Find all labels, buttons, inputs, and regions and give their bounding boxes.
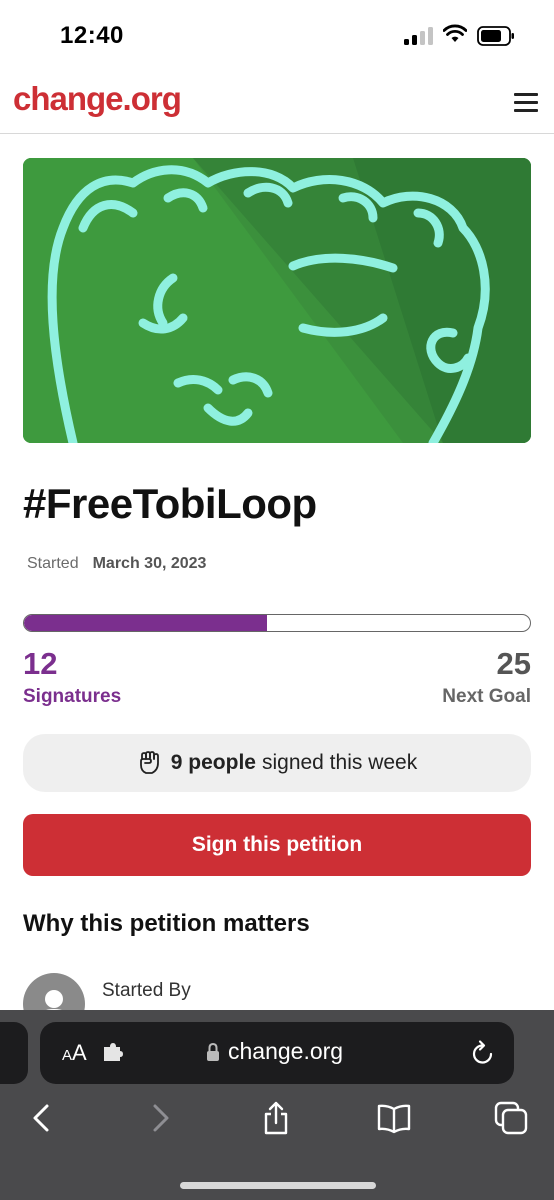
status-bar: 12:40 (0, 0, 554, 70)
started-label: Started (27, 555, 79, 572)
back-icon[interactable] (23, 1100, 59, 1136)
share-icon[interactable] (258, 1100, 294, 1136)
battery-icon (477, 26, 514, 46)
browser-bottom-bar: AA change.org (0, 1010, 554, 1200)
started-date: March 30, 2023 (92, 555, 207, 572)
url-text[interactable]: change.org (228, 1038, 343, 1065)
extension-icon[interactable] (102, 1042, 124, 1062)
fist-icon (139, 751, 159, 774)
petition-title: #FreeTobiLoop (23, 480, 317, 527)
weekly-signers-text: signed this week (261, 751, 418, 774)
why-petition-matters-heading: Why this petition matters (23, 910, 310, 937)
started-by-label: Started By (102, 980, 191, 1001)
goal-label: Next Goal (442, 686, 531, 707)
home-indicator (180, 1182, 376, 1189)
petition-hero-image (23, 158, 531, 443)
lock-icon (207, 1042, 219, 1061)
signature-progress-fill (24, 615, 267, 631)
change-org-logo[interactable]: change.org (13, 80, 182, 118)
status-time: 12:40 (60, 22, 124, 49)
address-bar[interactable]: AA change.org (40, 1022, 514, 1084)
previous-tab-edge[interactable] (0, 1022, 28, 1084)
bookmarks-icon[interactable] (376, 1100, 412, 1136)
signature-progress-bar (23, 614, 531, 632)
site-header: change.org (0, 70, 554, 134)
sign-petition-button[interactable]: Sign this petition (23, 814, 531, 876)
wifi-icon (443, 24, 467, 42)
forward-icon[interactable] (143, 1100, 179, 1136)
menu-icon[interactable] (514, 93, 540, 113)
reload-icon[interactable] (470, 1039, 496, 1067)
weekly-signers-count: 9 people (170, 751, 256, 774)
signatures-label: Signatures (23, 686, 122, 707)
goal-count: 25 (496, 646, 531, 681)
signatures-count: 12 (23, 646, 58, 681)
text-size-button[interactable]: AA (62, 1040, 87, 1066)
started-row: Started March 30, 2023 (27, 555, 206, 573)
weekly-signers-badge: 9 people signed this week (23, 734, 531, 792)
tabs-icon[interactable] (493, 1100, 529, 1136)
cellular-signal-icon (404, 27, 434, 45)
